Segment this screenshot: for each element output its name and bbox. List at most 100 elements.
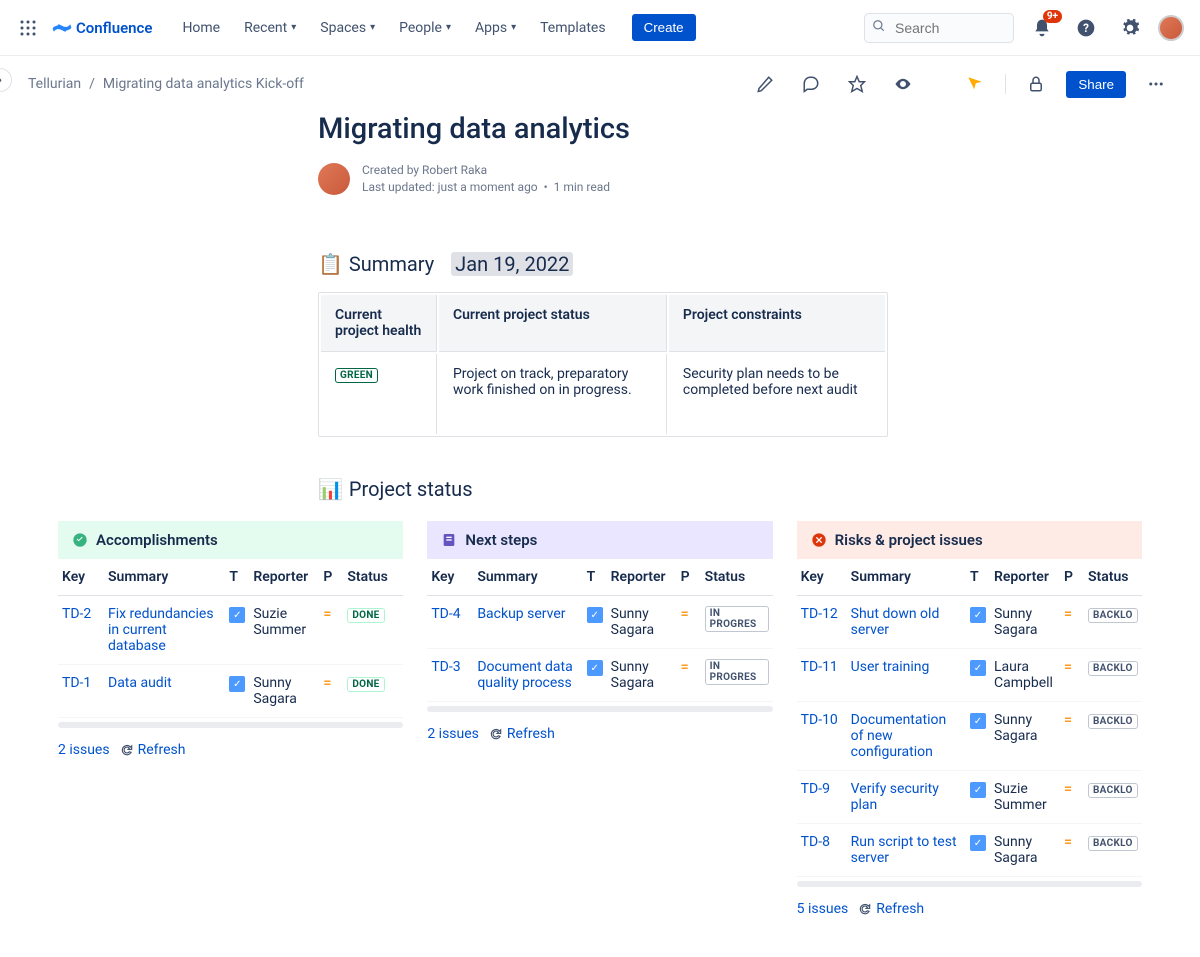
star-icon[interactable] <box>841 68 873 100</box>
issue-key[interactable]: TD-1 <box>62 675 91 691</box>
status-lozenge: IN PROGRES <box>705 659 769 685</box>
notifications-icon[interactable]: 9+ <box>1026 12 1058 44</box>
accomplishments-count: 2 issues <box>58 742 110 758</box>
watch-icon[interactable] <box>887 68 919 100</box>
issue-key[interactable]: TD-3 <box>431 659 460 675</box>
scrollbar[interactable] <box>58 722 403 728</box>
clipboard-icon: 📋 <box>318 252 343 276</box>
table-row: TD-9Verify security plan✓Suzie Summer=BA… <box>797 770 1142 823</box>
issue-reporter: Sunny Sagara <box>990 701 1060 770</box>
summary-heading: 📋 Summary Jan 19, 2022 <box>318 252 1142 276</box>
settings-icon[interactable] <box>1114 12 1146 44</box>
issue-summary[interactable]: User training <box>851 659 930 675</box>
issue-summary[interactable]: Verify security plan <box>851 781 939 813</box>
task-type-icon: ✓ <box>229 607 245 623</box>
refresh-icon <box>489 727 503 741</box>
priority-icon: = <box>1064 712 1072 728</box>
chevron-down-icon: ▾ <box>511 22 516 33</box>
issue-reporter: Sunny Sagara <box>990 823 1060 876</box>
chart-icon: 📊 <box>318 477 343 501</box>
priority-icon: = <box>1064 834 1072 850</box>
author-avatar[interactable] <box>318 163 350 195</box>
svg-text:?: ? <box>1083 21 1089 35</box>
issue-key[interactable]: TD-9 <box>801 781 830 797</box>
priority-icon: = <box>681 659 689 675</box>
summary-date: Jan 19, 2022 <box>451 252 573 276</box>
top-nav: Confluence Home Recent▾ Spaces▾ People▾ … <box>0 0 1200 56</box>
nav-item-home[interactable]: Home <box>172 16 230 40</box>
issue-key[interactable]: TD-4 <box>431 606 460 622</box>
priority-icon: = <box>681 606 689 622</box>
help-icon[interactable]: ? <box>1070 12 1102 44</box>
table-row: TD-1Data audit✓Sunny Sagara=DONE <box>58 664 403 717</box>
user-avatar[interactable] <box>1158 15 1184 41</box>
nav-item-templates[interactable]: Templates <box>530 16 616 40</box>
note-icon <box>441 532 457 548</box>
restrictions-icon[interactable] <box>1020 68 1052 100</box>
issue-reporter: Laura Campbell <box>990 648 1060 701</box>
page-title: Migrating data analytics <box>318 112 1142 146</box>
error-circle-icon <box>811 532 827 548</box>
more-actions-icon[interactable] <box>1140 68 1172 100</box>
risks-panel: Risks & project issues Key Summary T Rep… <box>797 521 1142 917</box>
accomplishments-panel: Accomplishments Key Summary T Reporter P… <box>58 521 403 917</box>
issue-reporter: Suzie Summer <box>990 770 1060 823</box>
summary-col-health: Current project health <box>321 295 437 352</box>
search-icon <box>872 19 886 37</box>
nav-item-spaces[interactable]: Spaces▾ <box>310 16 385 40</box>
page-header-bar: Tellurian / Migrating data analytics Kic… <box>0 56 1200 112</box>
nav-item-apps[interactable]: Apps▾ <box>465 16 526 40</box>
issue-summary[interactable]: Document data quality process <box>477 659 572 691</box>
status-lozenge: BACKLO <box>1088 714 1138 729</box>
issue-key[interactable]: TD-10 <box>801 712 838 728</box>
priority-icon: = <box>1064 781 1072 797</box>
status-lozenge: BACKLO <box>1088 608 1138 623</box>
brand-logo[interactable]: Confluence <box>52 18 152 38</box>
nav-item-people[interactable]: People▾ <box>389 16 461 40</box>
chevron-down-icon: ▾ <box>446 22 451 33</box>
status-lozenge: BACKLO <box>1088 783 1138 798</box>
status-lozenge: DONE <box>347 677 384 692</box>
search-input[interactable] <box>864 13 1014 43</box>
nav-item-recent[interactable]: Recent▾ <box>234 16 306 40</box>
share-button[interactable]: Share <box>1066 71 1126 98</box>
chevron-down-icon: ▾ <box>370 22 375 33</box>
app-switcher-icon[interactable] <box>16 16 40 40</box>
summary-col-status: Current project status <box>439 295 667 352</box>
issue-summary[interactable]: Run script to test server <box>851 834 957 866</box>
priority-icon: = <box>323 606 331 622</box>
refresh-button[interactable]: Refresh <box>120 742 186 758</box>
issue-reporter: Sunny Sagara <box>990 595 1060 648</box>
issue-summary[interactable]: Documentation of new configuration <box>851 712 947 760</box>
health-lozenge: GREEN <box>335 368 378 383</box>
create-button[interactable]: Create <box>632 14 696 41</box>
issue-summary[interactable]: Data audit <box>108 675 172 691</box>
issue-key[interactable]: TD-11 <box>801 659 838 675</box>
refresh-button[interactable]: Refresh <box>858 901 924 917</box>
issue-summary[interactable]: Shut down old server <box>851 606 940 638</box>
status-lozenge: DONE <box>347 608 384 623</box>
nextsteps-panel: Next steps Key Summary T Reporter P Stat… <box>427 521 772 917</box>
project-status-heading: 📊 Project status <box>318 477 1142 501</box>
table-row: TD-2 Fix redundancies in current database… <box>58 595 403 664</box>
presence-icon[interactable] <box>959 68 991 100</box>
table-row: TD-8 Run script to test server ✓Sunny Saga… <box>797 823 1142 876</box>
issue-summary[interactable]: Backup server <box>477 606 565 622</box>
issue-reporter: Sunny Sagara <box>607 648 677 701</box>
issue-reporter: Suzie Summer <box>249 595 319 664</box>
breadcrumb-page[interactable]: Migrating data analytics Kick-off <box>103 76 304 92</box>
refresh-button[interactable]: Refresh <box>489 726 555 742</box>
issue-key[interactable]: TD-2 <box>62 606 91 622</box>
issue-summary[interactable]: Fix redundancies in current database <box>108 606 214 654</box>
scrollbar[interactable] <box>427 706 772 712</box>
issue-key[interactable]: TD-8 <box>801 834 830 850</box>
breadcrumb-space[interactable]: Tellurian <box>28 76 81 92</box>
status-lozenge: BACKLO <box>1088 836 1138 851</box>
summary-status-text: Project on track, preparatory work finis… <box>439 354 667 434</box>
refresh-icon <box>120 743 134 757</box>
edit-icon[interactable] <box>749 68 781 100</box>
comment-icon[interactable] <box>795 68 827 100</box>
task-type-icon: ✓ <box>970 835 986 851</box>
confluence-icon <box>52 18 72 38</box>
issue-key[interactable]: TD-12 <box>801 606 838 622</box>
